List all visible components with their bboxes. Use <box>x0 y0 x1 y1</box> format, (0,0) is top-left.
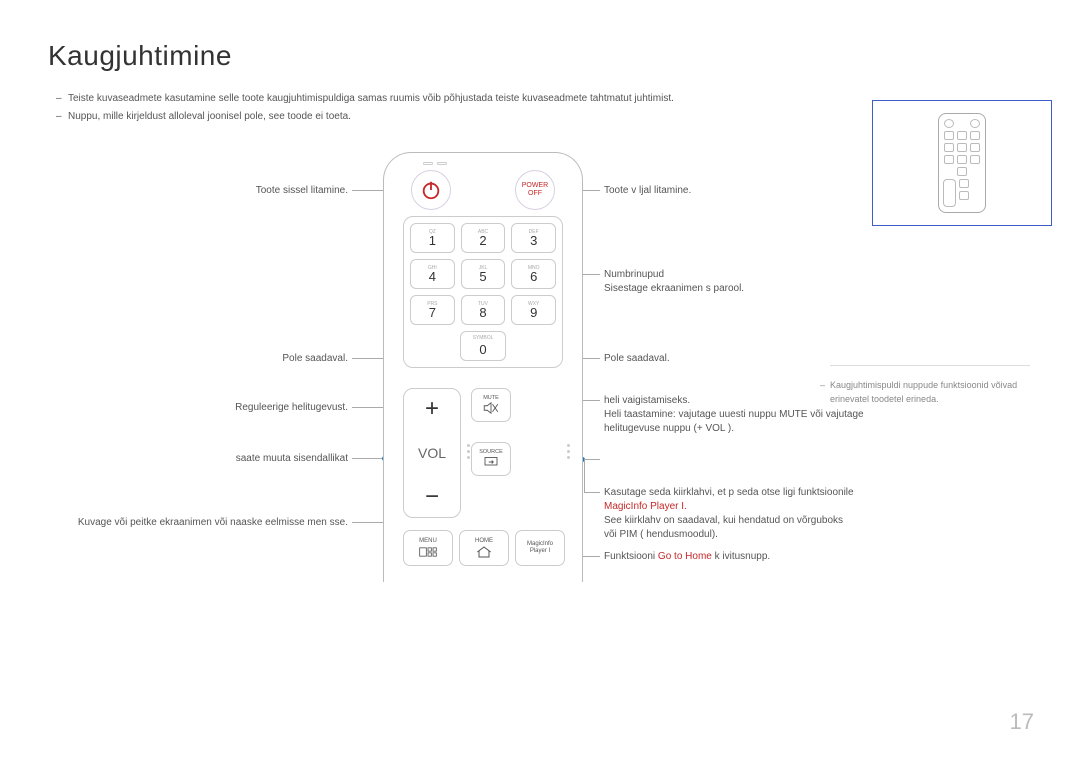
power-on-button <box>411 170 451 210</box>
key-2: ABC2 <box>461 223 506 253</box>
label-power-on: Toote sissel litamine. <box>256 184 348 198</box>
mute-icon <box>482 401 500 415</box>
key-8: TUV8 <box>461 295 506 325</box>
side-note: – Kaugjuhtimispuldi nuppude funktsioonid… <box>830 365 1020 406</box>
number-keypad: QZ1 ABC2 DEF3 GHI4 JKL5 MNO6 PRS7 TUV8 W… <box>403 216 563 368</box>
label-magicinfo: Kasutage seda kiirklahvi, et p seda otse… <box>604 486 854 542</box>
menu-icon <box>418 545 438 559</box>
label-source: saate muuta sisendallikat <box>236 452 348 466</box>
source-icon <box>482 455 500 469</box>
page-title: Kaugjuhtimine <box>48 40 1032 72</box>
home-icon <box>474 545 494 559</box>
volume-up-icon: + <box>425 397 439 421</box>
label-unavailable-right: Pole saadaval. <box>604 352 670 366</box>
key-9: WXY9 <box>511 295 556 325</box>
key-4: GHI4 <box>410 259 455 289</box>
key-1: QZ1 <box>410 223 455 253</box>
key-7: PRS7 <box>410 295 455 325</box>
label-number-buttons: NumbrinupudSisestage ekraanimen s parool… <box>604 268 744 296</box>
key-0: SYMBOL0 <box>460 331 506 361</box>
power-icon <box>420 179 442 201</box>
label-home: Funktsiooni Go to Home k ivitusnupp. <box>604 550 770 564</box>
volume-rocker: + VOL − <box>403 388 461 518</box>
manual-page: Kaugjuhtimine Teiste kuvaseadmete kasuta… <box>0 0 1080 763</box>
label-unavailable-left: Pole saadaval. <box>282 352 348 366</box>
volume-down-icon: − <box>425 485 439 509</box>
home-button: HOME <box>459 530 509 566</box>
mute-button: MUTE <box>471 388 511 422</box>
label-volume: Reguleerige helitugevust. <box>235 401 348 415</box>
label-mute: heli vaigistamiseks.Heli taastamine: vaj… <box>604 394 864 436</box>
key-5: JKL5 <box>461 259 506 289</box>
remote-illustration: POWEROFF QZ1 ABC2 DEF3 GHI4 JKL5 MNO6 PR… <box>383 152 583 582</box>
source-button: SOURCE <box>471 442 511 476</box>
label-menu: Kuvage või peitke ekraanimen või naaske … <box>78 515 348 530</box>
menu-button: MENU <box>403 530 453 566</box>
label-power-off: Toote v ljal litamine. <box>604 184 691 198</box>
key-3: DEF3 <box>511 223 556 253</box>
power-off-button: POWEROFF <box>515 170 555 210</box>
key-6: MNO6 <box>511 259 556 289</box>
magicinfo-button: MagicInfoPlayer I <box>515 530 565 566</box>
page-number: 17 <box>1010 709 1034 735</box>
